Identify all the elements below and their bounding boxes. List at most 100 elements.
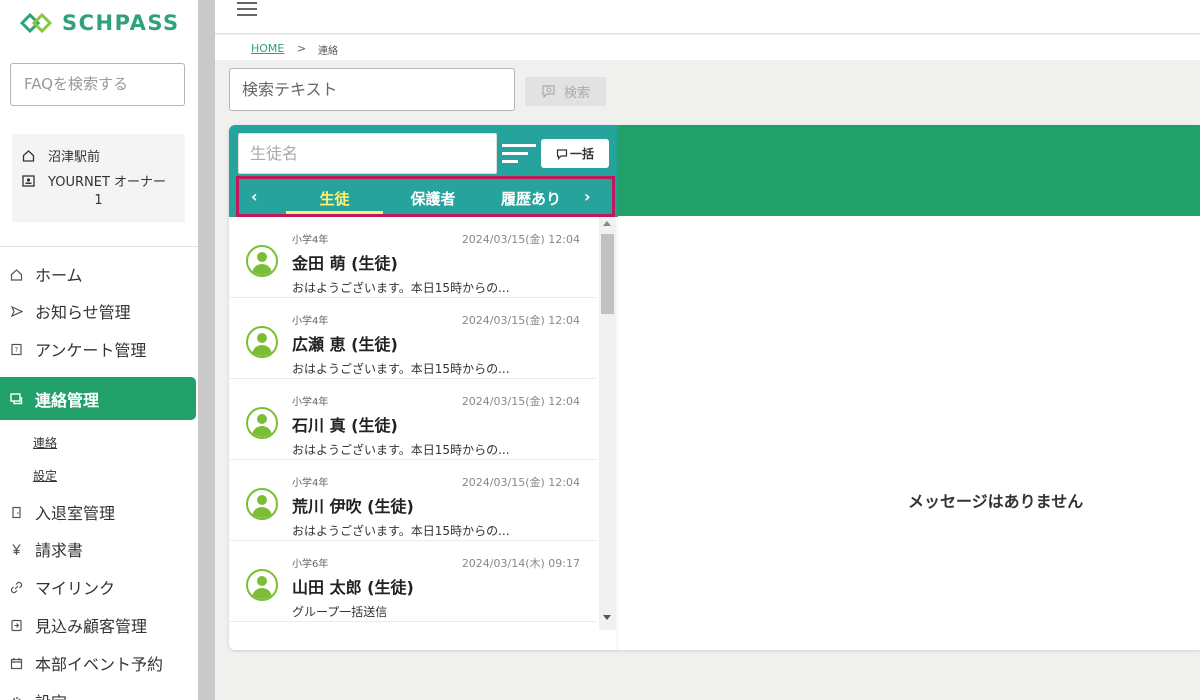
sidebar-item-survey[interactable]: ? アンケート管理 (0, 330, 196, 368)
scroll-up-icon[interactable] (603, 221, 611, 226)
sidebar-scrollbar[interactable] (198, 0, 215, 700)
breadcrumb: HOME > 連絡 (215, 35, 1200, 60)
avatar (246, 407, 278, 439)
list-item[interactable]: 小学4年 2024/03/15(金) 12:04 石川 真 (生徒) おはようご… (229, 379, 597, 460)
sidebar-item-label: 見込み顧客管理 (35, 617, 148, 636)
list-item[interactable]: 小学4年 2024/03/15(金) 12:04 金田 萌 (生徒) おはようご… (229, 217, 597, 298)
breadcrumb-home-link[interactable]: HOME (251, 42, 284, 55)
student-name: 金田 萌 (生徒) (292, 254, 398, 273)
sidebar-item-mylink[interactable]: マイリンク (0, 568, 196, 606)
grade-label: 小学4年 (292, 235, 329, 246)
tab-highlight-box (236, 176, 615, 217)
grade-label: 小学6年 (292, 559, 329, 570)
logo-icon (19, 12, 53, 34)
date-label: 2024/03/15(金) 12:04 (461, 476, 580, 489)
list-item[interactable]: 小学6年 2024/03/14(木) 09:17 山田 太郎 (生徒) グループ… (229, 541, 597, 622)
link-icon (10, 581, 23, 593)
sidebar-item-label: ホーム (35, 266, 83, 285)
student-name-input[interactable]: 生徒名 (238, 133, 497, 174)
sort-icon[interactable] (502, 144, 538, 164)
student-name: 山田 太郎 (生徒) (292, 578, 414, 597)
list-header: 生徒名 一括 ‹ 生徒 保護者 履歴あり › (229, 125, 618, 217)
menu-icon[interactable] (237, 2, 257, 16)
chat-search-icon (542, 85, 555, 99)
list-scrollbar[interactable] (599, 217, 616, 630)
message-header (618, 125, 1200, 216)
student-name: 石川 真 (生徒) (292, 416, 398, 435)
search-button-label: 検索 (563, 86, 590, 101)
user-role: YOURNET オーナー (22, 171, 166, 190)
user-role-label: YOURNET オーナー (48, 175, 167, 190)
sidebar-divider (0, 246, 198, 247)
svg-text:?: ? (15, 346, 19, 354)
date-label: 2024/03/15(金) 12:04 (461, 395, 580, 408)
sidebar-item-invoice[interactable]: 請求書 (0, 530, 196, 568)
sidebar-item-contact[interactable]: 連絡管理 (0, 377, 196, 420)
sidebar-item-label: 入退室管理 (35, 504, 116, 523)
sidebar-item-label: マイリンク (35, 579, 116, 598)
breadcrumb-current: 連絡 (318, 46, 338, 57)
avatar (246, 488, 278, 520)
prospect-icon (11, 619, 22, 631)
sidebar-item-label: 連絡管理 (35, 390, 100, 410)
sidebar-item-label: 設定 (35, 689, 67, 700)
bulk-send-button[interactable]: 一括 (541, 139, 609, 168)
student-name: 荒川 伊吹 (生徒) (292, 497, 414, 516)
message-preview: おはようございます。本日15時からの... (292, 281, 510, 295)
sidebar-item-settings[interactable]: 設定 (0, 682, 196, 700)
chat-icon (556, 148, 568, 160)
contact-list-panel: 生徒名 一括 ‹ 生徒 保護者 履歴あり › 小学4年 2024/03/15(金… (229, 125, 618, 650)
user-number: 1 (94, 193, 103, 208)
list-item[interactable]: 小学4年 2024/03/15(金) 12:04 荒川 伊吹 (生徒) おはよう… (229, 460, 597, 541)
send-icon (10, 305, 23, 317)
sidebar-item-home[interactable]: ホーム (0, 255, 196, 293)
sidebar-item-label: アンケート管理 (35, 341, 147, 360)
badge-icon (22, 175, 35, 187)
grade-label: 小学4年 (292, 478, 329, 489)
calendar-icon (10, 657, 23, 669)
sidebar-subitem-settings[interactable]: 設定 (33, 467, 57, 484)
message-preview: おはようございます。本日15時からの... (292, 362, 510, 376)
message-preview: おはようございます。本日15時からの... (292, 524, 510, 538)
search-text-input[interactable]: 検索テキスト (229, 68, 515, 111)
list-item[interactable]: 小学4年 2024/03/15(金) 12:04 広瀬 恵 (生徒) おはようご… (229, 298, 597, 379)
home-icon (10, 268, 23, 281)
grade-label: 小学4年 (292, 397, 329, 408)
scroll-thumb[interactable] (601, 234, 614, 314)
survey-icon: ? (11, 343, 22, 355)
search-button[interactable]: 検索 (525, 77, 606, 106)
user-card: 沼津駅前 YOURNET オーナー 1 (12, 134, 185, 222)
yen-icon (12, 543, 21, 555)
sidebar-item-entry-exit[interactable]: 入退室管理 (0, 493, 196, 531)
breadcrumb-separator: > (297, 42, 307, 55)
faq-search-input[interactable]: FAQを検索する (10, 63, 185, 106)
sidebar-item-label: 請求書 (35, 541, 84, 560)
scroll-down-icon[interactable] (603, 615, 611, 620)
sidebar-item-notices[interactable]: お知らせ管理 (0, 292, 196, 330)
home-icon (22, 150, 35, 162)
user-school: 沼津駅前 (22, 146, 100, 165)
message-preview: おはようございます。本日15時からの... (292, 443, 510, 457)
logo[interactable]: SCHPASS (18, 8, 180, 38)
contact-list: 小学4年 2024/03/15(金) 12:04 金田 萌 (生徒) おはようご… (229, 217, 618, 630)
message-preview: グループ一括送信 (292, 605, 388, 619)
sidebar-subitem-contact[interactable]: 連絡 (33, 434, 57, 451)
logo-text: SCHPASS (62, 11, 180, 35)
sidebar-item-label: お知らせ管理 (35, 303, 131, 322)
date-label: 2024/03/15(金) 12:04 (461, 314, 580, 327)
date-label: 2024/03/15(金) 12:04 (461, 233, 580, 246)
avatar (246, 245, 278, 277)
gear-icon (12, 696, 21, 700)
top-bar (215, 0, 1200, 34)
student-name: 広瀬 恵 (生徒) (292, 335, 398, 354)
user-school-label: 沼津駅前 (48, 150, 101, 165)
bulk-send-label: 一括 (569, 147, 594, 161)
grade-label: 小学4年 (292, 316, 329, 327)
door-icon (12, 506, 21, 518)
sidebar-item-hq-events[interactable]: 本部イベント予約 (0, 644, 196, 682)
sidebar-item-label: 本部イベント予約 (35, 655, 164, 674)
avatar (246, 569, 278, 601)
sidebar-item-prospects[interactable]: 見込み顧客管理 (0, 606, 196, 644)
empty-message-text: メッセージはありません (908, 492, 1084, 511)
sidebar: SCHPASS FAQを検索する 沼津駅前 YOURNET オーナー 1 ホーム… (0, 0, 198, 700)
